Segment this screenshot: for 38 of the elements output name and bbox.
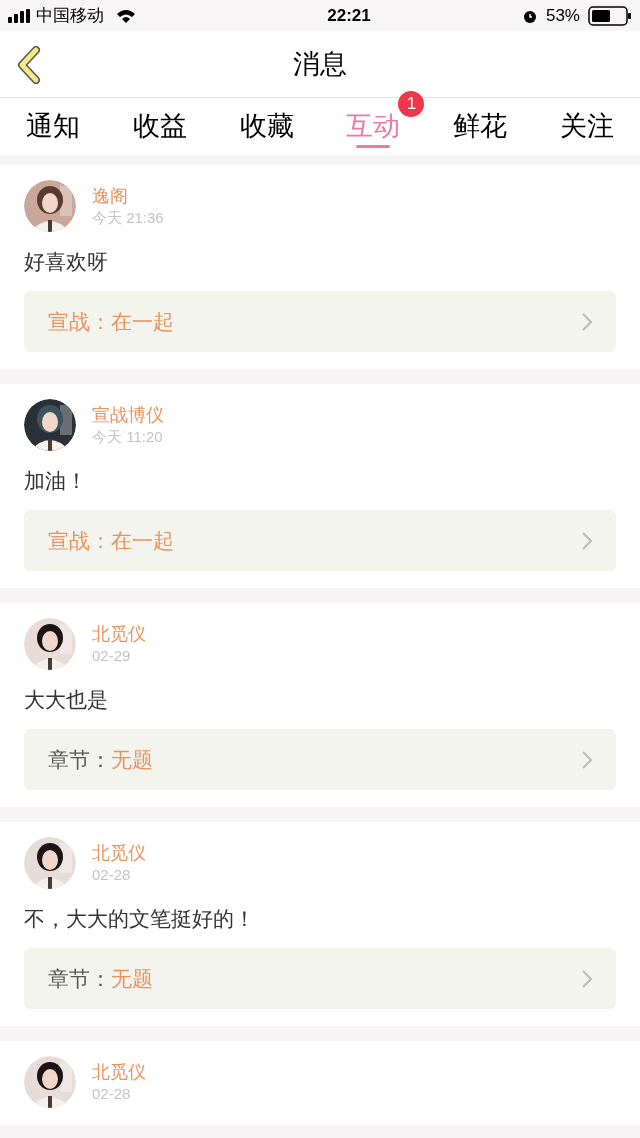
back-chevron-icon [16,46,42,84]
tab-underline [356,145,391,148]
user-name[interactable]: 北觅仪 [92,841,146,865]
message-time: 今天 11:20 [92,427,164,447]
chevron-right-icon [582,312,592,331]
user-name[interactable]: 北觅仪 [92,622,146,646]
tab[interactable]: 通知 [26,98,80,155]
message-time: 02-28 [92,1084,132,1104]
reference-link[interactable]: 宣战：在一起 [24,291,616,352]
reference-link[interactable]: 章节：无题 [24,729,616,790]
message-text: 大大也是 [24,687,109,713]
battery-icon [588,5,632,26]
user-name[interactable]: 北觅仪 [92,1060,146,1084]
chevron-right-icon [582,531,592,550]
clock-time: 22:21 [327,4,371,27]
reference-link[interactable]: 章节：无题 [24,948,616,1009]
carrier-name: 中国移动 [36,4,104,27]
signal-icon [8,8,32,23]
wifi-icon [116,8,136,23]
reference-link[interactable]: 宣战：在一起 [24,510,616,571]
user-name[interactable]: 逸阁 [92,184,164,208]
message-time: 02-28 [92,865,132,885]
tab[interactable]: 关注 [560,98,614,155]
tab[interactable]: 鲜花 [453,98,508,155]
tab[interactable]: 互动 [346,98,401,155]
tab[interactable]: 收益 [132,98,187,155]
message-text: 加油！ [24,468,88,494]
message-text: 不，大大的文笔挺好的！ [24,906,256,932]
message-time: 02-29 [92,646,132,666]
chevron-right-icon [582,969,592,988]
message-text: 好喜欢呀 [24,249,109,275]
notification-badge: 1 [398,91,425,117]
user-name[interactable]: 宣战博仪 [92,403,164,427]
page-title: 消息 [293,47,347,81]
message-time: 今天 21:36 [92,208,164,228]
tab[interactable]: 收藏 [239,98,294,155]
battery-percent: 53% [545,4,580,27]
chevron-right-icon [582,750,592,769]
